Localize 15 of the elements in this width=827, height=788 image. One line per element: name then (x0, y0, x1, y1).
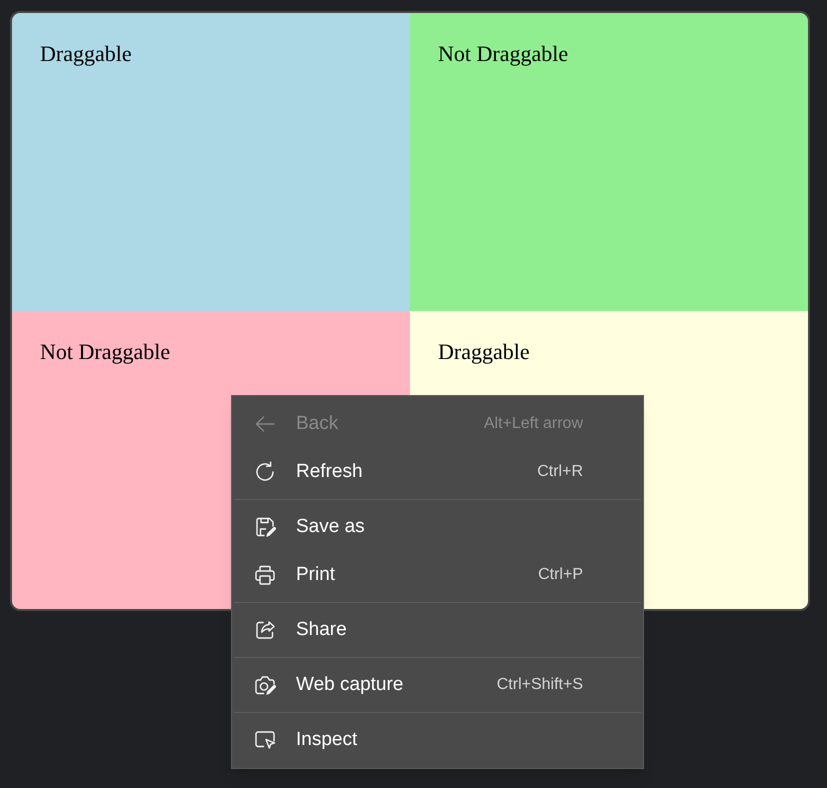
shortcut-label: Ctrl+R (537, 462, 583, 482)
shortcut-label: Ctrl+P (538, 565, 583, 585)
menu-item[interactable]: Web capture Ctrl+Shift+S (232, 661, 643, 709)
menu-item[interactable]: Refresh Ctrl+R (232, 448, 643, 496)
panel-label: Draggable (40, 41, 132, 66)
menu-item[interactable]: Inspect (232, 716, 643, 764)
menu-item[interactable]: Save as (232, 503, 643, 551)
panel-label: Not Draggable (438, 41, 568, 66)
shortcut-label: Alt+Left arrow (484, 414, 583, 434)
menu-item[interactable]: Print Ctrl+P (232, 551, 643, 599)
printer-icon (253, 563, 277, 587)
panel-label: Draggable (438, 339, 530, 364)
shortcut-label: Ctrl+Shift+S (496, 675, 583, 695)
menu-item[interactable]: Share (232, 606, 643, 654)
panel-label: Not Draggable (40, 339, 170, 364)
